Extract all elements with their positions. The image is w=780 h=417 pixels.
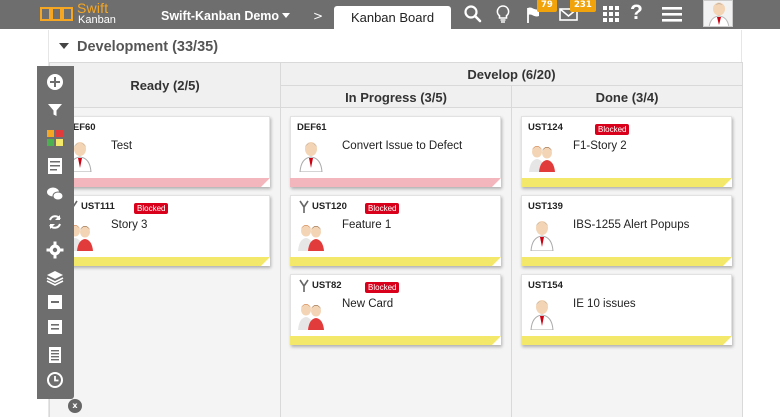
tab-kanban-board[interactable]: Kanban Board (334, 6, 451, 29)
card-title: Test (111, 140, 133, 152)
card-def60[interactable]: DEF60 Test (59, 116, 270, 187)
card-title: IE 10 issues (573, 298, 636, 310)
project-selector[interactable]: Swift-Kanban Demo (161, 9, 291, 23)
search-icon[interactable] (462, 3, 484, 25)
card-title: Convert Issue to Defect (342, 140, 463, 152)
swimlane-header[interactable]: Development (33/35) (59, 39, 218, 55)
card-ust139[interactable]: UST139 IBS-1255 Alert Popups (521, 195, 732, 266)
logo-text-kanban: Kanban (78, 14, 116, 26)
list-icon[interactable] (46, 157, 64, 175)
card-title: Story 3 (111, 219, 148, 231)
card-ust111[interactable]: UST111 Blocked Story 3 (59, 195, 270, 266)
app-grid-icon[interactable] (600, 3, 622, 25)
card-type-strip (290, 257, 501, 266)
user-avatar[interactable] (703, 0, 733, 27)
card-type-strip (521, 257, 732, 266)
card-type-strip (59, 257, 270, 266)
card-ust154[interactable]: UST154 IE 10 issues (521, 274, 732, 345)
attachment-icon (299, 200, 309, 213)
assignee-avatar-icon (530, 221, 554, 251)
blocked-badge: Blocked (365, 282, 400, 293)
card-title: New Card (342, 298, 394, 310)
blocked-badge: Blocked (365, 203, 400, 214)
menu-icon[interactable] (660, 3, 684, 25)
add-icon[interactable] (46, 73, 64, 91)
layers-icon[interactable] (46, 269, 64, 287)
swift-kanban-logo[interactable]: Swift Kanban (40, 0, 150, 28)
column-header-ready[interactable]: Ready (2/5) (49, 62, 281, 108)
notifications-count-badge: 79 (537, 0, 557, 12)
collapse-triangle-icon[interactable] (59, 43, 69, 49)
close-rail-button[interactable]: x (68, 399, 82, 413)
chevron-down-icon (282, 13, 291, 18)
card-type-strip (521, 336, 732, 345)
filter-icon[interactable] (46, 101, 64, 119)
board-tool-rail (37, 66, 74, 399)
breadcrumb-separator: > (313, 9, 324, 23)
user-avatar-icon (708, 2, 730, 26)
card-ust124[interactable]: UST124 Blocked F1-Story 2 (521, 116, 732, 187)
assignee-avatar-icon (530, 300, 554, 330)
document-icon[interactable] (46, 346, 64, 364)
team-avatar-icon (298, 304, 324, 330)
help-icon[interactable]: ? (630, 1, 643, 25)
swimlane-title: Development (33/35) (77, 39, 219, 55)
lightbulb-icon[interactable] (492, 3, 514, 25)
column-header-in-progress[interactable]: In Progress (3/5) (280, 85, 512, 108)
card-id: UST111 (81, 201, 115, 212)
top-navigation-bar: Swift Kanban Swift-Kanban Demo > Kanban … (0, 0, 780, 29)
project-name: Swift-Kanban Demo (161, 9, 280, 23)
card-id: UST124 (528, 122, 563, 133)
messages-count-badge: 231 (570, 0, 596, 12)
history-icon[interactable] (46, 371, 64, 389)
card-title: F1-Story 2 (573, 140, 627, 152)
team-avatar-icon (298, 225, 324, 251)
attachment-icon (299, 279, 309, 292)
logo-mark-icon (40, 7, 73, 21)
settings-icon[interactable] (46, 241, 64, 259)
card-id: UST154 (528, 280, 563, 291)
card-id: UST82 (312, 280, 342, 291)
collapse-icon[interactable] (46, 293, 64, 311)
column-title-in-progress: In Progress (3/5) (345, 90, 447, 105)
compact-view-icon[interactable] (46, 318, 64, 336)
card-title: Feature 1 (342, 219, 392, 231)
card-type-strip (290, 178, 501, 187)
card-def61[interactable]: DEF61 Convert Issue to Defect (290, 116, 501, 187)
card-type-strip (290, 336, 501, 345)
card-id: DEF61 (297, 122, 327, 133)
column-header-develop[interactable]: Develop (6/20) (280, 62, 743, 86)
color-legend-icon[interactable] (46, 129, 64, 147)
column-header-done[interactable]: Done (3/4) (511, 85, 743, 108)
column-title-ready: Ready (2/5) (130, 78, 200, 93)
blocked-badge: Blocked (595, 124, 630, 135)
card-title: IBS-1255 Alert Popups (573, 219, 690, 231)
blocked-badge: Blocked (134, 203, 169, 214)
card-id: UST120 (312, 201, 347, 212)
column-title-done: Done (3/4) (595, 90, 659, 105)
column-title-develop: Develop (6/20) (467, 67, 556, 82)
chat-icon[interactable] (46, 185, 64, 203)
sync-icon[interactable] (46, 213, 64, 231)
card-type-strip (521, 178, 732, 187)
card-type-strip (59, 178, 270, 187)
team-avatar-icon (529, 146, 555, 172)
card-id: UST139 (528, 201, 563, 212)
assignee-avatar-icon (299, 142, 323, 172)
card-ust120[interactable]: UST120 Blocked Feature 1 (290, 195, 501, 266)
card-ust82[interactable]: UST82 Blocked New Card (290, 274, 501, 345)
